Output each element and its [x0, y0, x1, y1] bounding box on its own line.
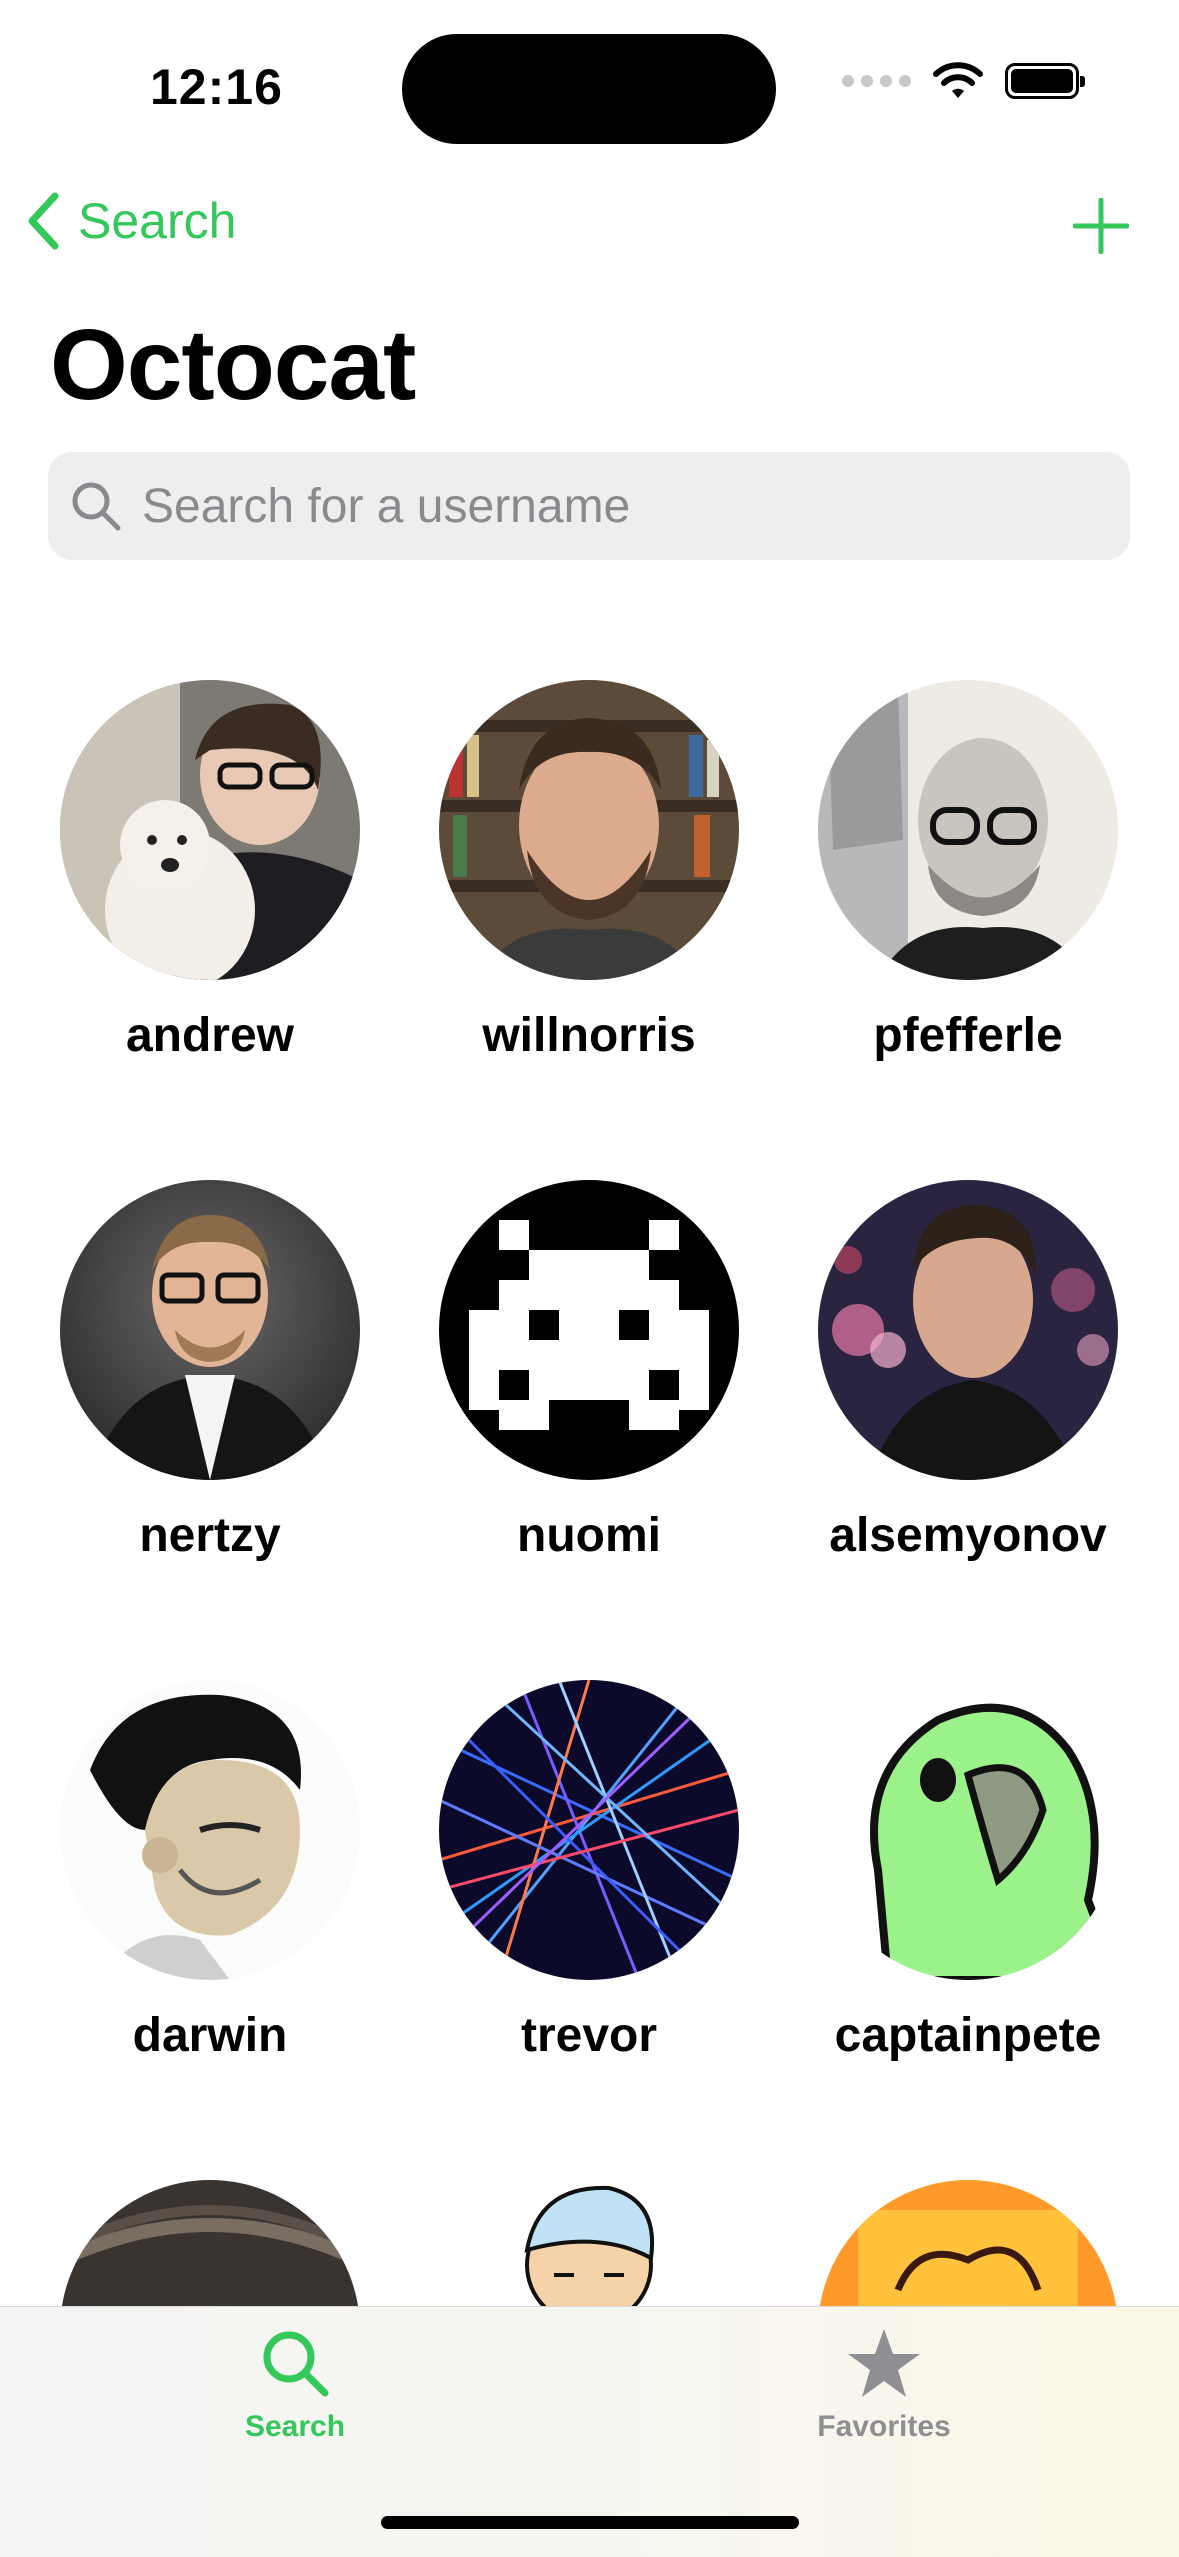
cellular-signal-icon [842, 75, 911, 87]
magnifier-icon [263, 2331, 329, 2397]
avatar [60, 1680, 360, 1980]
tab-search[interactable]: Search [185, 2327, 405, 2444]
chevron-left-icon [28, 192, 59, 250]
status-time: 12:16 [150, 59, 283, 115]
user-card-nertzy[interactable]: nertzy [20, 1180, 400, 1563]
avatar [818, 1180, 1118, 1480]
tab-favorites[interactable]: Favorites [774, 2327, 994, 2444]
username-label: trevor [520, 2009, 658, 2062]
back-button[interactable]: Search [26, 192, 236, 250]
user-card-captainpete[interactable]: captainpete [778, 1680, 1158, 2063]
username-label: nertzy [139, 1509, 281, 1562]
avatar [818, 1680, 1118, 1980]
username-label: darwin [132, 2009, 288, 2062]
status-indicators [842, 62, 1085, 100]
avatar [818, 680, 1118, 980]
username-label: andrew [125, 1009, 295, 1062]
tab-label: Search [244, 2410, 346, 2443]
star-icon [848, 2329, 920, 2397]
search-icon [72, 482, 121, 531]
back-button-label: Search [78, 193, 237, 249]
username-label: captainpete [834, 2009, 1102, 2062]
search-input[interactable] [140, 477, 1044, 535]
battery-icon [1005, 63, 1085, 99]
page-title: Octocat [50, 309, 416, 421]
avatar [60, 680, 360, 980]
avatar [60, 1180, 360, 1480]
user-card-nuomi[interactable]: nuomi [399, 1180, 779, 1563]
user-card-alsemyonov[interactable]: alsemyonov [778, 1180, 1158, 1563]
username-label: alsemyonov [829, 1509, 1107, 1562]
username-label: willnorris [482, 1009, 696, 1062]
home-indicator [381, 2516, 799, 2529]
user-card-andrew[interactable]: andrew [20, 680, 400, 1063]
search-bar[interactable] [48, 452, 1130, 560]
user-card-pfefferle[interactable]: pfefferle [778, 680, 1158, 1063]
avatar [439, 680, 739, 980]
username-label: pfefferle [873, 1009, 1063, 1062]
user-card-trevor[interactable]: trevor [399, 1680, 779, 2063]
user-card-darwin[interactable]: darwin [20, 1680, 400, 2063]
tab-label: Favorites [817, 2410, 951, 2443]
user-card-willnorris[interactable]: willnorris [399, 680, 779, 1063]
add-button[interactable] [1072, 197, 1130, 259]
wifi-icon [933, 62, 983, 98]
username-label: nuomi [517, 1509, 661, 1562]
dynamic-island [402, 34, 776, 144]
plus-icon [1072, 197, 1130, 255]
avatar [439, 1680, 739, 1980]
avatar [439, 1180, 739, 1480]
